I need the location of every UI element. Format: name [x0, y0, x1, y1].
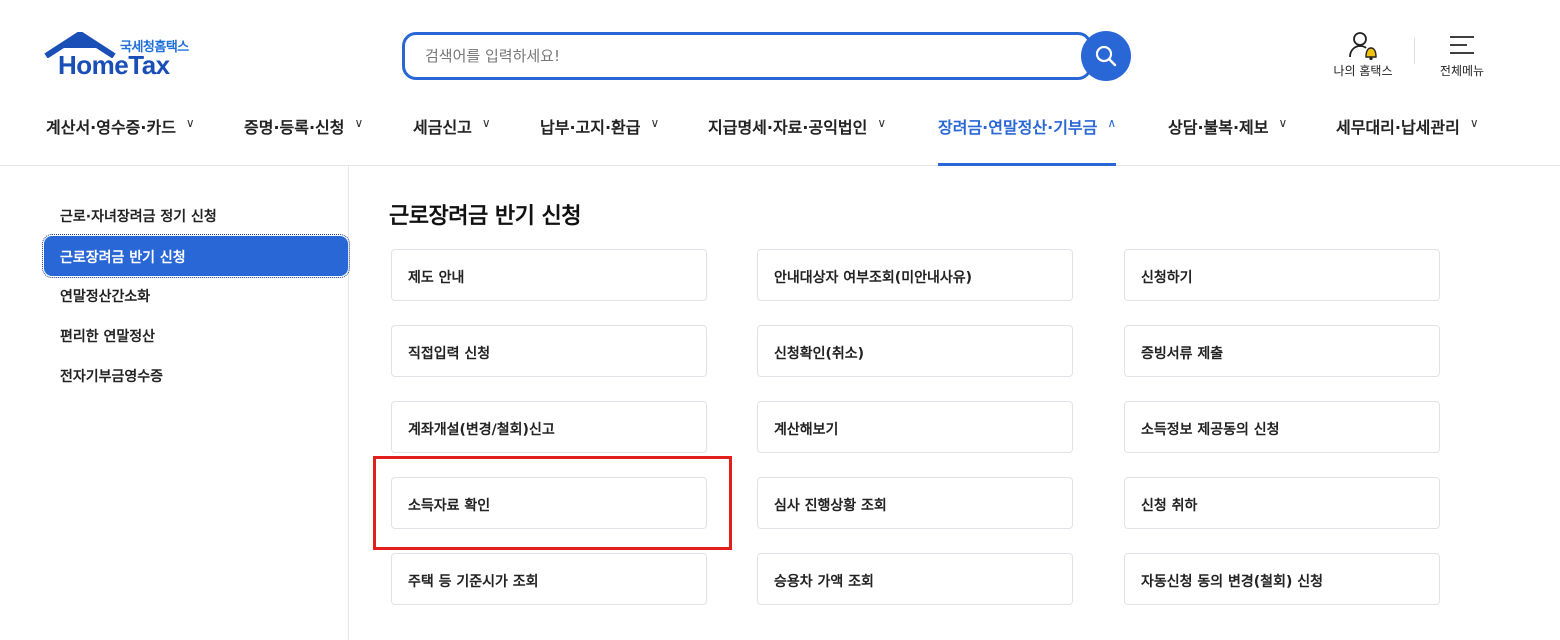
menu-card[interactable]: 주택 등 기준시가 조회 — [391, 553, 707, 605]
chevron-down-icon: ∨ — [185, 116, 195, 130]
all-menu-button[interactable]: 전체메뉴 — [1432, 28, 1492, 79]
menu-card[interactable]: 계산해보기 — [757, 401, 1073, 453]
chevron-down-icon: ∨ — [481, 116, 491, 130]
main-navigation: 계산서·영수증·카드 ∨ 증명·등록·신청 ∨ 세금신고 ∨ 납부·고지·환급 ∨ 지급… — [0, 100, 1560, 166]
chevron-down-icon: ∨ — [650, 116, 660, 130]
gnb-item-label: 세금신고 — [413, 118, 472, 137]
sidebar: 근로·자녀장려금 정기 신청 근로장려금 반기 신청 연말정산간소화 편리한 연… — [0, 166, 350, 640]
logo-title: HomeTax — [58, 50, 170, 80]
gnb-item-label: 지급명세·자료·공익법인 — [708, 118, 868, 137]
menu-card[interactable]: 신청하기 — [1124, 249, 1440, 301]
menu-card[interactable]: 자동신청 동의 변경(철회) 신청 — [1124, 553, 1440, 605]
menu-card[interactable]: 안내대상자 여부조회(미안내사유) — [757, 249, 1073, 301]
gnb-item-consultation[interactable]: 상담·불복·제보 ∨ — [1168, 114, 1287, 166]
gnb-item-payment[interactable]: 납부·고지·환급 ∨ — [540, 114, 659, 166]
gnb-item-label: 증명·등록·신청 — [244, 118, 345, 137]
hamburger-menu-icon — [1450, 36, 1474, 54]
all-menu-label: 전체메뉴 — [1439, 64, 1485, 78]
hometax-logo[interactable]: 국세청홈택스 HomeTax — [44, 32, 204, 82]
gnb-item-invoice[interactable]: 계산서·영수증·카드 ∨ — [46, 114, 195, 166]
menu-card-income-data-check[interactable]: 소득자료 확인 — [391, 477, 707, 529]
menu-card[interactable]: 신청확인(취소) — [757, 325, 1073, 377]
chevron-down-icon: ∨ — [354, 116, 364, 130]
menu-card[interactable]: 계좌개설(변경/철회)신고 — [391, 401, 707, 453]
chevron-up-icon: ∧ — [1107, 116, 1117, 130]
gnb-item-payment-statement[interactable]: 지급명세·자료·공익법인 ∨ — [708, 114, 886, 166]
gnb-item-incentive[interactable]: 장려금·연말정산·기부금 ∧ — [938, 114, 1117, 166]
gnb-item-label: 상담·불복·제보 — [1168, 118, 1269, 137]
gnb-item-label: 계산서·영수증·카드 — [46, 118, 176, 137]
gnb-item-certificate[interactable]: 증명·등록·신청 ∨ — [244, 114, 363, 166]
menu-card[interactable]: 신청 취하 — [1124, 477, 1440, 529]
sidebar-item-regular-application[interactable]: 근로·자녀장려금 정기 신청 — [60, 206, 217, 226]
search-icon — [1095, 45, 1117, 67]
header-divider — [1414, 38, 1415, 64]
gnb-item-label: 장려금·연말정산·기부금 — [938, 118, 1098, 137]
gnb-item-label: 납부·고지·환급 — [540, 118, 641, 137]
user-bell-icon — [1349, 32, 1377, 61]
gnb-item-tax-agent[interactable]: 세무대리·납세관리 ∨ — [1336, 114, 1479, 166]
sidebar-item-semiannual-application[interactable]: 근로장려금 반기 신청 — [42, 234, 350, 278]
search-box — [402, 32, 1092, 80]
sidebar-item-donation-receipt[interactable]: 전자기부금영수증 — [60, 366, 163, 386]
menu-card[interactable]: 소득정보 제공동의 신청 — [1124, 401, 1440, 453]
sidebar-item-easy-year-end[interactable]: 편리한 연말정산 — [60, 326, 155, 346]
menu-card[interactable]: 심사 진행상황 조회 — [757, 477, 1073, 529]
menu-card[interactable]: 증빙서류 제출 — [1124, 325, 1440, 377]
sidebar-item-year-end-simplified[interactable]: 연말정산간소화 — [60, 286, 150, 306]
chevron-down-icon: ∨ — [1469, 116, 1479, 130]
search-button[interactable] — [1081, 31, 1131, 81]
gnb-item-label: 세무대리·납세관리 — [1336, 118, 1460, 137]
page-title: 근로장려금 반기 신청 — [389, 204, 581, 229]
my-hometax-button[interactable]: 나의 홈택스 — [1326, 28, 1400, 79]
menu-card[interactable]: 승용차 가액 조회 — [757, 553, 1073, 605]
search-input[interactable] — [405, 35, 1089, 77]
gnb-item-tax-return[interactable]: 세금신고 ∨ — [413, 114, 491, 166]
menu-card[interactable]: 제도 안내 — [391, 249, 707, 301]
menu-card[interactable]: 직접입력 신청 — [391, 325, 707, 377]
my-hometax-label: 나의 홈택스 — [1333, 64, 1393, 78]
chevron-down-icon: ∨ — [1278, 116, 1288, 130]
chevron-down-icon: ∨ — [877, 116, 887, 130]
